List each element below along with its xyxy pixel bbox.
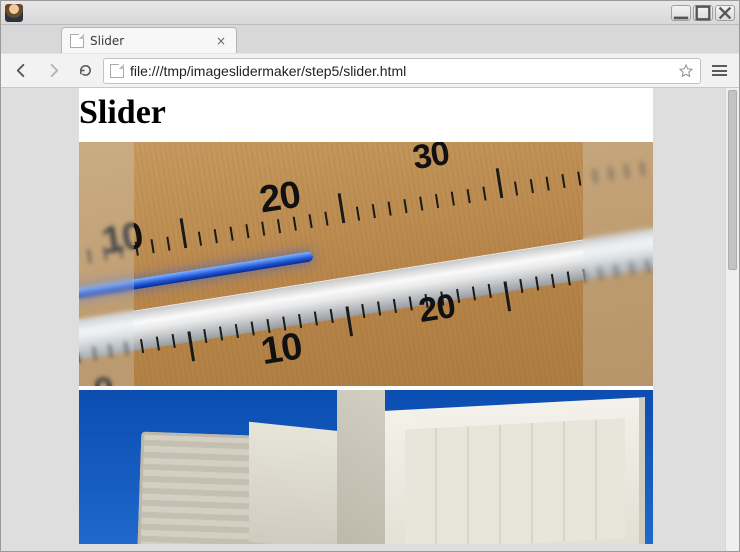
reload-button[interactable] — [71, 58, 99, 84]
menu-button[interactable] — [705, 58, 733, 84]
minimize-icon[interactable] — [671, 5, 691, 21]
scale-number: 0 — [91, 369, 118, 386]
browser-window: Slider × — [0, 0, 740, 552]
page-body: Slider 10 20 30 0 10 20 — [79, 88, 653, 544]
browser-toolbar — [1, 53, 739, 88]
page-scroll-area[interactable]: Slider 10 20 30 0 10 20 — [1, 88, 725, 551]
scale-number: 30 — [410, 142, 451, 178]
hamburger-icon — [712, 65, 727, 76]
close-tab-icon[interactable]: × — [214, 34, 228, 48]
slider-image-1: 10 20 30 0 10 20 — [79, 142, 653, 386]
forward-button[interactable] — [39, 58, 67, 84]
page-viewport: Slider 10 20 30 0 10 20 — [1, 88, 739, 551]
vertical-scrollbar[interactable] — [725, 88, 739, 551]
window-controls — [669, 5, 735, 21]
page-icon — [70, 34, 84, 48]
scale-number: 20 — [416, 287, 457, 331]
scale-number: 10 — [99, 215, 146, 264]
page-heading: Slider — [79, 88, 653, 142]
url-bar[interactable] — [103, 58, 701, 84]
scrollbar-thumb[interactable] — [728, 90, 737, 270]
url-input[interactable] — [130, 63, 672, 79]
scale-number: 10 — [258, 325, 305, 374]
profile-avatar[interactable] — [5, 4, 23, 22]
slider-image-2 — [79, 390, 653, 544]
window-titlebar — [1, 1, 739, 25]
back-button[interactable] — [7, 58, 35, 84]
tab-title: Slider — [90, 34, 124, 48]
tab-strip: Slider × — [1, 25, 739, 53]
close-window-icon[interactable] — [715, 5, 735, 21]
page-icon — [110, 64, 124, 78]
tab-slider[interactable]: Slider × — [61, 27, 237, 53]
maximize-icon[interactable] — [693, 5, 713, 21]
bookmark-star-icon[interactable] — [678, 63, 694, 79]
scale-number: 20 — [257, 174, 304, 223]
